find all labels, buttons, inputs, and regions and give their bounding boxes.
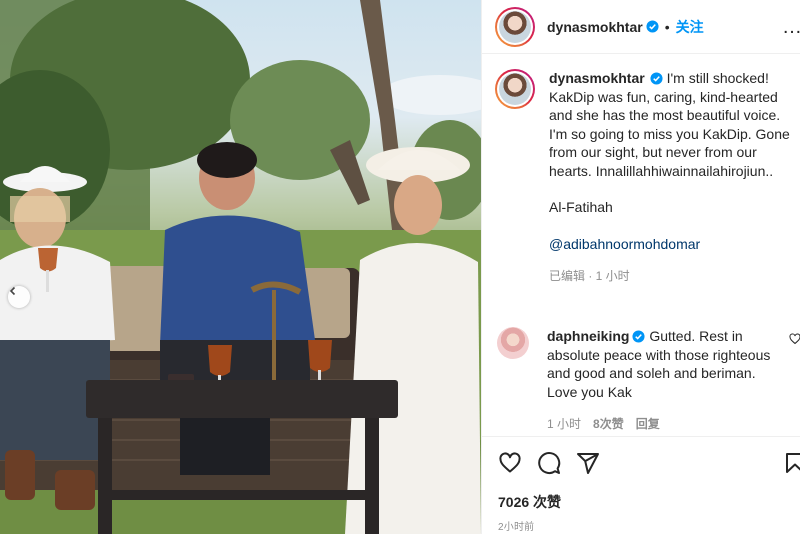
bookmark-button[interactable] (783, 451, 800, 475)
post-header: dynasmokhtar • 关注 … (482, 0, 800, 54)
comments-section: dynasmokhtar I'm still shocked! KakDip w… (482, 55, 800, 435)
caption-username[interactable]: dynasmokhtar (549, 70, 645, 86)
bookmark-icon (786, 453, 800, 473)
more-options-button[interactable]: … (782, 17, 800, 37)
comment-meta: 1 小时 8次赞 回复 (547, 415, 787, 434)
caption-body: dynasmokhtar I'm still shocked! KakDip w… (549, 69, 799, 286)
comment-likes[interactable]: 8次赞 (593, 415, 624, 434)
caption-author-avatar[interactable] (495, 69, 535, 109)
comment-icon[interactable] (537, 451, 561, 475)
post-photo[interactable] (0, 0, 481, 534)
caption-mention-link[interactable]: @adibahnoormohdomar (549, 235, 799, 254)
chevron-left-icon (9, 286, 16, 296)
commenter-avatar[interactable] (497, 327, 529, 359)
comment-body: daphneiking Gutted. Rest in absolute pea… (547, 327, 787, 434)
action-icons (498, 451, 600, 475)
commenter-username[interactable]: daphneiking (547, 328, 629, 344)
carousel-prev-button[interactable] (8, 286, 30, 308)
verified-badge-icon (650, 72, 663, 85)
verified-badge-icon (646, 20, 659, 33)
author-username[interactable]: dynasmokhtar (547, 19, 643, 35)
share-icon[interactable] (576, 451, 600, 475)
heart-icon[interactable] (498, 451, 522, 475)
caption-closing: Al-Fatihah (549, 199, 613, 215)
comment-reply-button[interactable]: 回复 (636, 415, 660, 434)
caption-meta: 已编辑 · 1 小时 (549, 269, 630, 283)
comment-item: daphneiking Gutted. Rest in absolute pea… (497, 327, 800, 434)
verified-badge-icon (632, 330, 645, 343)
follow-button[interactable]: 关注 (676, 17, 704, 37)
post-actions: 7026 次赞 2小时前 (482, 436, 800, 534)
header-separator: • (664, 18, 670, 35)
post-timestamp: 2小时前 (498, 522, 535, 533)
comment-like-heart-icon[interactable] (789, 333, 800, 345)
post-side-panel: dynasmokhtar • 关注 … dynasmokhtar I'm sti… (481, 0, 800, 534)
like-count[interactable]: 7026 次赞 (498, 492, 561, 512)
comment-time: 1 小时 (547, 417, 582, 431)
author-avatar[interactable] (495, 6, 535, 47)
photo-scene (0, 0, 481, 534)
caption-text: I'm still shocked! KakDip was fun, carin… (549, 70, 790, 179)
post-caption: dynasmokhtar I'm still shocked! KakDip w… (495, 69, 799, 286)
